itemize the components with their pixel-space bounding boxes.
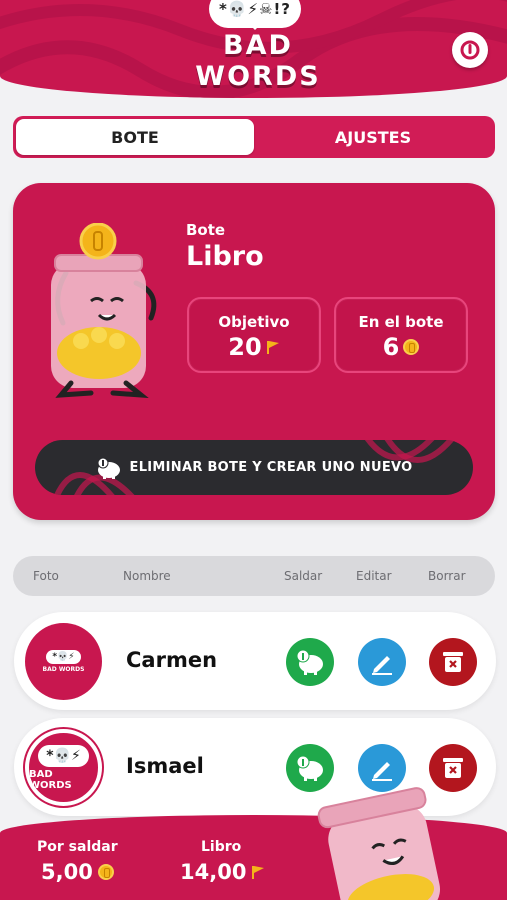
column-delete: Borrar: [428, 569, 466, 583]
app-title: BAD WORDS: [195, 30, 321, 92]
edit-button[interactable]: [358, 638, 406, 686]
settle-button[interactable]: [286, 638, 334, 686]
avatar[interactable]: *💀⚡ BAD WORDS: [25, 623, 102, 700]
coin-icon: [97, 864, 114, 880]
flag-icon: [266, 341, 279, 354]
goal-label: Objetivo: [218, 313, 290, 331]
piggy-bank-icon: [296, 755, 323, 781]
avatar-brand: BAD WORDS: [29, 768, 72, 791]
in-pot-stat: En el bote 6: [334, 297, 468, 373]
logo-speech-bubble: *💀⚡☠!?: [209, 0, 301, 30]
due-label: Por saldar: [37, 839, 118, 855]
due-value: 5,00: [41, 860, 93, 884]
tab-bote[interactable]: BOTE: [16, 119, 254, 155]
pot-card: Bote Libro Objetivo 20 En el bote 6 ELIM…: [13, 183, 495, 520]
table-header: Foto Nombre Saldar Editar Borrar: [13, 556, 495, 596]
flag-icon: [252, 866, 265, 879]
piggy-bank-icon: [296, 649, 323, 675]
footer-jar-illustration: [312, 785, 447, 900]
pot-label: Bote: [186, 221, 226, 239]
member-name: Carmen: [126, 648, 218, 672]
table-row: *💀⚡ BAD WORDS Carmen: [14, 612, 496, 710]
footer-pot-label: Libro: [201, 839, 242, 855]
in-pot-value: 6: [382, 333, 400, 361]
delete-pot-label: ELIMINAR BOTE Y CREAR UNO NUEVO: [129, 460, 413, 475]
column-edit: Editar: [356, 569, 392, 583]
delete-pot-button[interactable]: ELIMINAR BOTE Y CREAR UNO NUEVO: [35, 440, 473, 495]
pencil-icon: [372, 762, 392, 781]
trash-icon: [443, 758, 463, 778]
app-logo: *💀⚡☠!? BAD WORDS: [163, 0, 353, 92]
column-name: Nombre: [123, 569, 171, 583]
tab-ajustes[interactable]: AJUSTES: [254, 119, 492, 155]
trash-icon: [443, 652, 463, 672]
avatar[interactable]: *💀⚡ BAD WORDS: [25, 729, 102, 806]
column-settle: Saldar: [284, 569, 323, 583]
goal-stat: Objetivo 20: [187, 297, 321, 373]
jar-mascot-illustration: [41, 222, 166, 399]
app-header: *💀⚡☠!? BAD WORDS: [0, 0, 507, 98]
coin-icon: [403, 339, 420, 355]
power-button[interactable]: [452, 32, 488, 68]
in-pot-label: En el bote: [358, 313, 444, 331]
tab-bar: BOTE AJUSTES: [13, 116, 495, 158]
avatar-bubble: *💀⚡: [46, 650, 81, 664]
avatar-bubble: *💀⚡: [38, 744, 89, 767]
footer-pot-value: 14,00: [180, 860, 247, 884]
delete-button[interactable]: [429, 638, 477, 686]
goal-value: 20: [228, 333, 262, 361]
pencil-icon: [372, 656, 392, 675]
avatar-brand: BAD WORDS: [42, 666, 85, 673]
piggy-bank-icon: [97, 457, 120, 479]
column-photo: Foto: [33, 569, 59, 583]
power-icon: [460, 40, 480, 60]
pot-name: Libro: [186, 241, 264, 272]
member-name: Ismael: [126, 754, 204, 778]
